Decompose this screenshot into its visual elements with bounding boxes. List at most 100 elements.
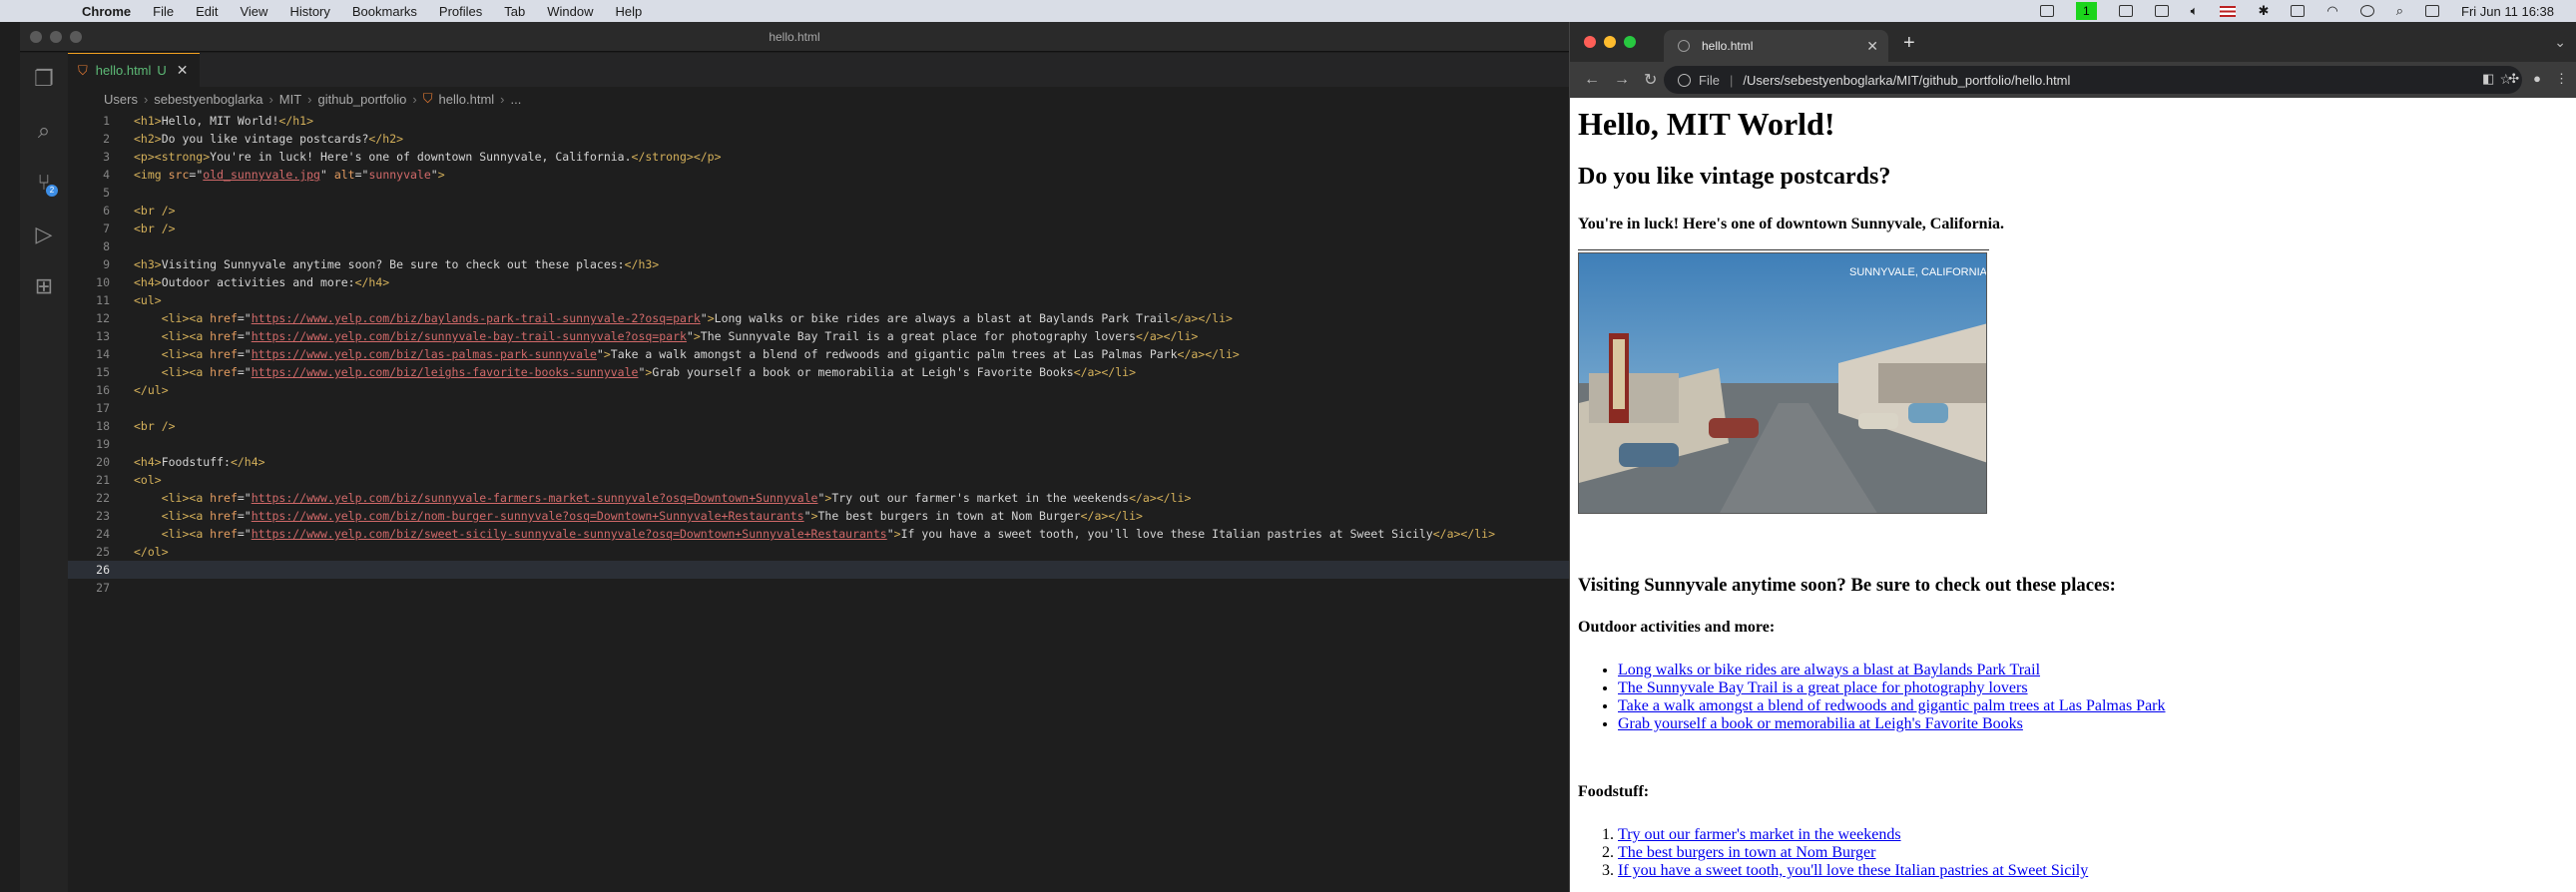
code-editor[interactable]: 1 <h1>Hello, MIT World!</h1> 2 <h2>Do you l… [68, 112, 1569, 892]
status-badge[interactable]: 1 [2075, 2, 2097, 20]
code-line[interactable]: 2 <h2>Do you like vintage postcards?</h2> [68, 130, 1569, 148]
code-line[interactable]: 8 [68, 237, 1569, 255]
keyboard-icon[interactable] [2039, 5, 2054, 17]
source-control-icon[interactable]: ⑂ 2 [20, 157, 68, 209]
kebab-menu-icon[interactable]: ⋮ [2555, 71, 2568, 87]
code-line[interactable]: 12 <li><a href="https://www.yelp.com/biz… [68, 309, 1569, 327]
code-line[interactable]: 23 <li><a href="https://www.yelp.com/biz… [68, 507, 1569, 525]
code-line[interactable]: 22 <li><a href="https://www.yelp.com/biz… [68, 489, 1569, 507]
control-center-icon[interactable] [2425, 5, 2440, 17]
code-token: href [210, 329, 238, 343]
close-icon[interactable]: ✕ [1866, 38, 1878, 55]
code-line[interactable]: 26 [68, 561, 1569, 579]
forward-icon[interactable]: → [1614, 71, 1630, 89]
menu-file[interactable]: File [153, 4, 174, 19]
chevron-right-icon: › [268, 91, 273, 107]
code-line[interactable]: 7 <br /> [68, 220, 1569, 237]
back-icon[interactable]: ← [1584, 71, 1600, 89]
extension-icon[interactable]: ◧ [2482, 71, 2494, 87]
breadcrumb-item[interactable]: ... [511, 92, 522, 107]
menu-view[interactable]: View [240, 4, 267, 19]
info-icon[interactable] [1678, 73, 1691, 87]
code-line[interactable]: 20 <h4>Foodstuff:</h4> [68, 453, 1569, 471]
tab-search-icon[interactable]: ⌄ [2554, 34, 2566, 51]
breadcrumb-item[interactable]: MIT [279, 92, 301, 107]
code-line[interactable]: 21 <ol> [68, 471, 1569, 489]
code-token: " [686, 329, 694, 343]
code-line[interactable]: 3 <p><strong>You're in luck! Here's one o… [68, 148, 1569, 166]
line-number: 27 [96, 581, 110, 595]
run-debug-icon[interactable]: ▷ [20, 209, 68, 260]
window-minimize-button[interactable] [1604, 36, 1616, 48]
code-line[interactable]: 11 <ul> [68, 291, 1569, 309]
menu-history[interactable]: History [289, 4, 329, 19]
outdoor-link[interactable]: Take a walk amongst a blend of redwoods … [1618, 697, 2166, 714]
code-line[interactable]: 1 <h1>Hello, MIT World!</h1> [68, 112, 1569, 130]
code-token: <ul> [134, 293, 162, 307]
menu-bookmarks[interactable]: Bookmarks [352, 4, 417, 19]
search-icon[interactable]: ⌕ [20, 105, 68, 157]
code-line[interactable]: 10 <h4>Outdoor activities and more:</h4> [68, 273, 1569, 291]
volume-icon[interactable]: 🔈︎ [2191, 3, 2199, 19]
menu-profiles[interactable]: Profiles [439, 4, 482, 19]
breadcrumb-item[interactable]: Users [104, 92, 138, 107]
code-line[interactable]: 14 <li><a href="https://www.yelp.com/biz… [68, 345, 1569, 363]
menu-edit[interactable]: Edit [196, 4, 218, 19]
puzzle-icon[interactable]: ✣ [2508, 71, 2519, 87]
code-token: > [603, 347, 611, 361]
code-line[interactable]: 19 [68, 435, 1569, 453]
browser-tab[interactable]: hello.html ✕ [1664, 30, 1888, 62]
menu-window[interactable]: Window [547, 4, 593, 19]
breadcrumb-item[interactable]: github_portfolio [318, 92, 407, 107]
code-line[interactable]: 27 [68, 579, 1569, 597]
code-line[interactable]: 16 </ul> [68, 381, 1569, 399]
code-token: <br /> [134, 419, 176, 433]
window-zoom-button[interactable] [1624, 36, 1636, 48]
code-line[interactable]: 18 <br /> [68, 417, 1569, 435]
screen-mirror-icon[interactable] [2154, 5, 2169, 17]
search-icon[interactable]: ⌕ [2396, 3, 2403, 19]
outdoor-link[interactable]: Grab yourself a book or memorabilia at L… [1618, 715, 2023, 732]
code-line[interactable]: 24 <li><a href="https://www.yelp.com/biz… [68, 525, 1569, 543]
list-item: The Sunnyvale Bay Trail is a great place… [1618, 679, 2166, 697]
input-source-flag-icon[interactable] [2220, 5, 2237, 17]
code-token: href [210, 509, 238, 523]
code-line[interactable]: 15 <li><a href="https://www.yelp.com/biz… [68, 363, 1569, 381]
user-icon[interactable] [2359, 5, 2374, 17]
battery-icon[interactable] [2291, 5, 2306, 17]
food-link[interactable]: If you have a sweet tooth, you'll love t… [1618, 862, 2088, 879]
outdoor-link[interactable]: The Sunnyvale Bay Trail is a great place… [1618, 679, 2028, 696]
menu-tab[interactable]: Tab [504, 4, 525, 19]
profile-icon[interactable]: ● [2533, 71, 2541, 87]
list-item: Take a walk amongst a blend of redwoods … [1618, 697, 2166, 715]
window-close-button[interactable] [1584, 36, 1596, 48]
new-tab-button[interactable]: + [1903, 32, 1915, 55]
line-number: 23 [96, 509, 110, 523]
clock[interactable]: Fri Jun 11 16:38 [2461, 4, 2554, 19]
outdoor-link[interactable]: Long walks or bike rides are always a bl… [1618, 662, 2040, 678]
code-line[interactable]: 13 <li><a href="https://www.yelp.com/biz… [68, 327, 1569, 345]
web-page: Hello, MIT World! Do you like vintage po… [1570, 98, 2576, 892]
close-icon[interactable]: ✕ [177, 62, 189, 79]
postcard-caption: SUNNYVALE, CALIFORNIA [1849, 266, 1987, 278]
food-link[interactable]: The best burgers in town at Nom Burger [1618, 844, 1875, 861]
code-line[interactable]: 6 <br /> [68, 202, 1569, 220]
bluetooth-icon[interactable]: ✱ [2258, 3, 2269, 19]
menu-app[interactable]: Chrome [82, 4, 131, 19]
explorer-icon[interactable]: ❐ [20, 53, 68, 105]
code-line[interactable]: 17 [68, 399, 1569, 417]
wifi-icon[interactable]: ◠ [2326, 3, 2337, 19]
code-line[interactable]: 5 [68, 184, 1569, 202]
display-icon[interactable] [2118, 5, 2133, 17]
breadcrumb-item[interactable]: hello.html [439, 92, 495, 107]
food-link[interactable]: Try out our farmer's market in the weeke… [1618, 826, 1901, 843]
address-bar[interactable]: File | /Users/sebestyenboglarka/MIT/gith… [1664, 66, 2522, 94]
breadcrumb-item[interactable]: sebestyenboglarka [154, 92, 262, 107]
reload-icon[interactable]: ↻ [1644, 70, 1657, 90]
tab-hello-html[interactable]: ⛉ hello.html U ✕ [68, 53, 200, 87]
code-line[interactable]: 9 <h3>Visiting Sunnyvale anytime soon? Be… [68, 255, 1569, 273]
code-line[interactable]: 4 <img src="old_sunnyvale.jpg" alt="sunny… [68, 166, 1569, 184]
menu-help[interactable]: Help [616, 4, 643, 19]
extensions-icon[interactable]: ⊞ [20, 260, 68, 312]
code-line[interactable]: 25 </ol> [68, 543, 1569, 561]
